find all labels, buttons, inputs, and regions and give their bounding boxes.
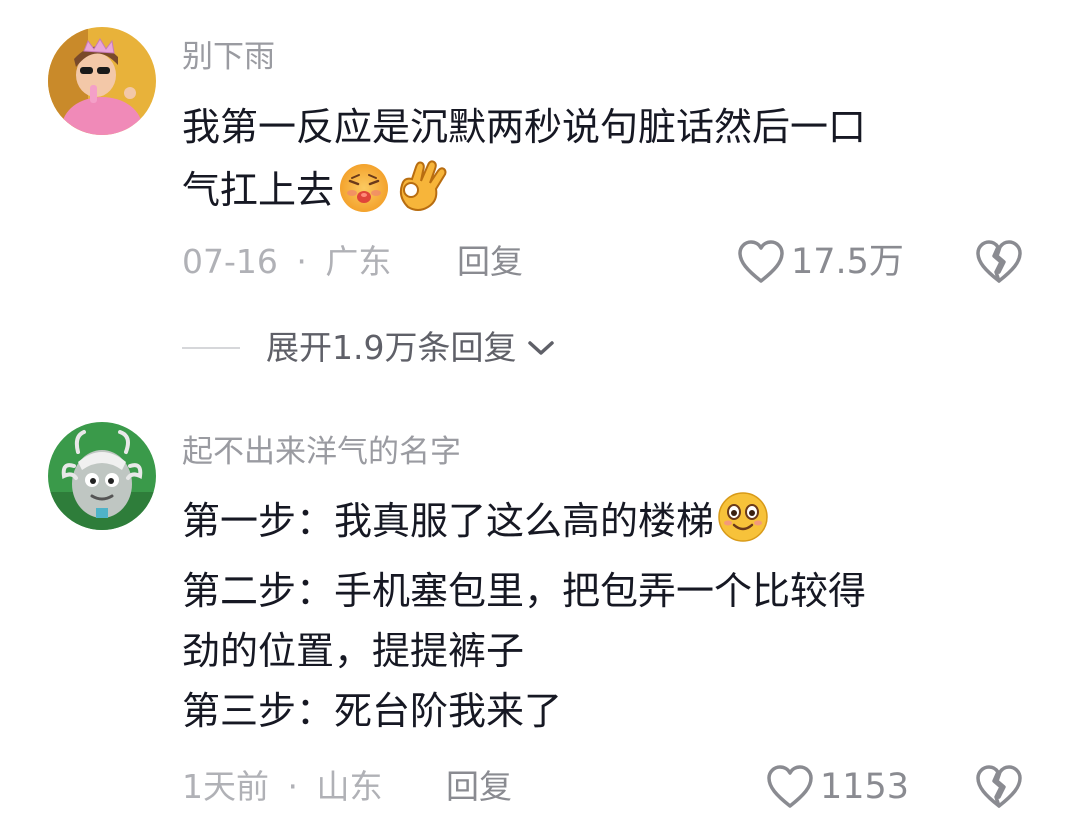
comment-line: 劲的位置，提提裤子 bbox=[182, 629, 525, 673]
girl-with-crown-avatar-icon bbox=[48, 27, 156, 135]
comment-line: 第三步：死台阶我来了 bbox=[182, 689, 563, 733]
comment-text: 我第一反应是沉默两秒说句脏话然后一口 气扛上去 bbox=[182, 97, 1012, 230]
broken-heart-icon bbox=[976, 765, 1022, 808]
like-count: 1153 bbox=[820, 767, 910, 807]
expand-replies-label: 展开1.9万条回复 bbox=[266, 328, 517, 367]
comment-date: 1天前 bbox=[182, 767, 269, 806]
reply-button[interactable]: 回复 bbox=[446, 765, 512, 809]
chevron-down-icon bbox=[528, 341, 555, 355]
like-button[interactable]: 1153 bbox=[766, 765, 909, 809]
avatar[interactable] bbox=[48, 27, 156, 135]
avatar[interactable] bbox=[48, 422, 156, 530]
kiss-emoji-icon bbox=[336, 161, 392, 230]
comment-meta: 1天前 · 山东 bbox=[182, 765, 383, 809]
comment-location: 山东 bbox=[316, 767, 383, 806]
comment-line: 第二步：手机塞包里，把包弄一个比较得 bbox=[182, 569, 867, 613]
username[interactable]: 起不出来洋气的名字 bbox=[182, 432, 461, 472]
reply-button[interactable]: 回复 bbox=[457, 240, 523, 284]
smile-emoji-icon bbox=[716, 490, 770, 561]
comment-text: 第一步：我真服了这么高的楼梯 第二步：手机塞包里，把包弄一个比较得 劲的位置，提… bbox=[182, 490, 1012, 741]
comment-meta: 07-16 · 广东 bbox=[182, 240, 391, 284]
username[interactable]: 别下雨 bbox=[182, 37, 275, 77]
heart-icon bbox=[767, 765, 813, 808]
dislike-button[interactable] bbox=[975, 765, 1023, 813]
meta-separator: · bbox=[296, 242, 307, 281]
comment-line-text: 气扛上去 bbox=[182, 168, 335, 212]
ok-hand-emoji-icon bbox=[394, 157, 448, 230]
dislike-button[interactable] bbox=[975, 240, 1023, 288]
heart-icon bbox=[738, 240, 784, 283]
divider bbox=[182, 347, 240, 349]
comment-line: 我第一反应是沉默两秒说句脏话然后一口 bbox=[182, 105, 867, 149]
cartoon-dragon-avatar-icon bbox=[48, 422, 156, 530]
comment-line-text: 第一步：我真服了这么高的楼梯 bbox=[182, 499, 715, 543]
comment-date: 07-16 bbox=[182, 242, 278, 281]
like-count: 17.5万 bbox=[791, 242, 904, 282]
broken-heart-icon bbox=[976, 240, 1022, 283]
meta-separator: · bbox=[287, 767, 299, 806]
like-button[interactable]: 17.5万 bbox=[737, 240, 904, 284]
expand-replies-button[interactable]: 展开1.9万条回复 bbox=[182, 326, 556, 370]
comment-line: 第一步：我真服了这么高的楼梯 bbox=[182, 490, 1012, 561]
comment-line: 气扛上去 bbox=[182, 157, 1012, 230]
comment-location: 广东 bbox=[325, 242, 392, 281]
